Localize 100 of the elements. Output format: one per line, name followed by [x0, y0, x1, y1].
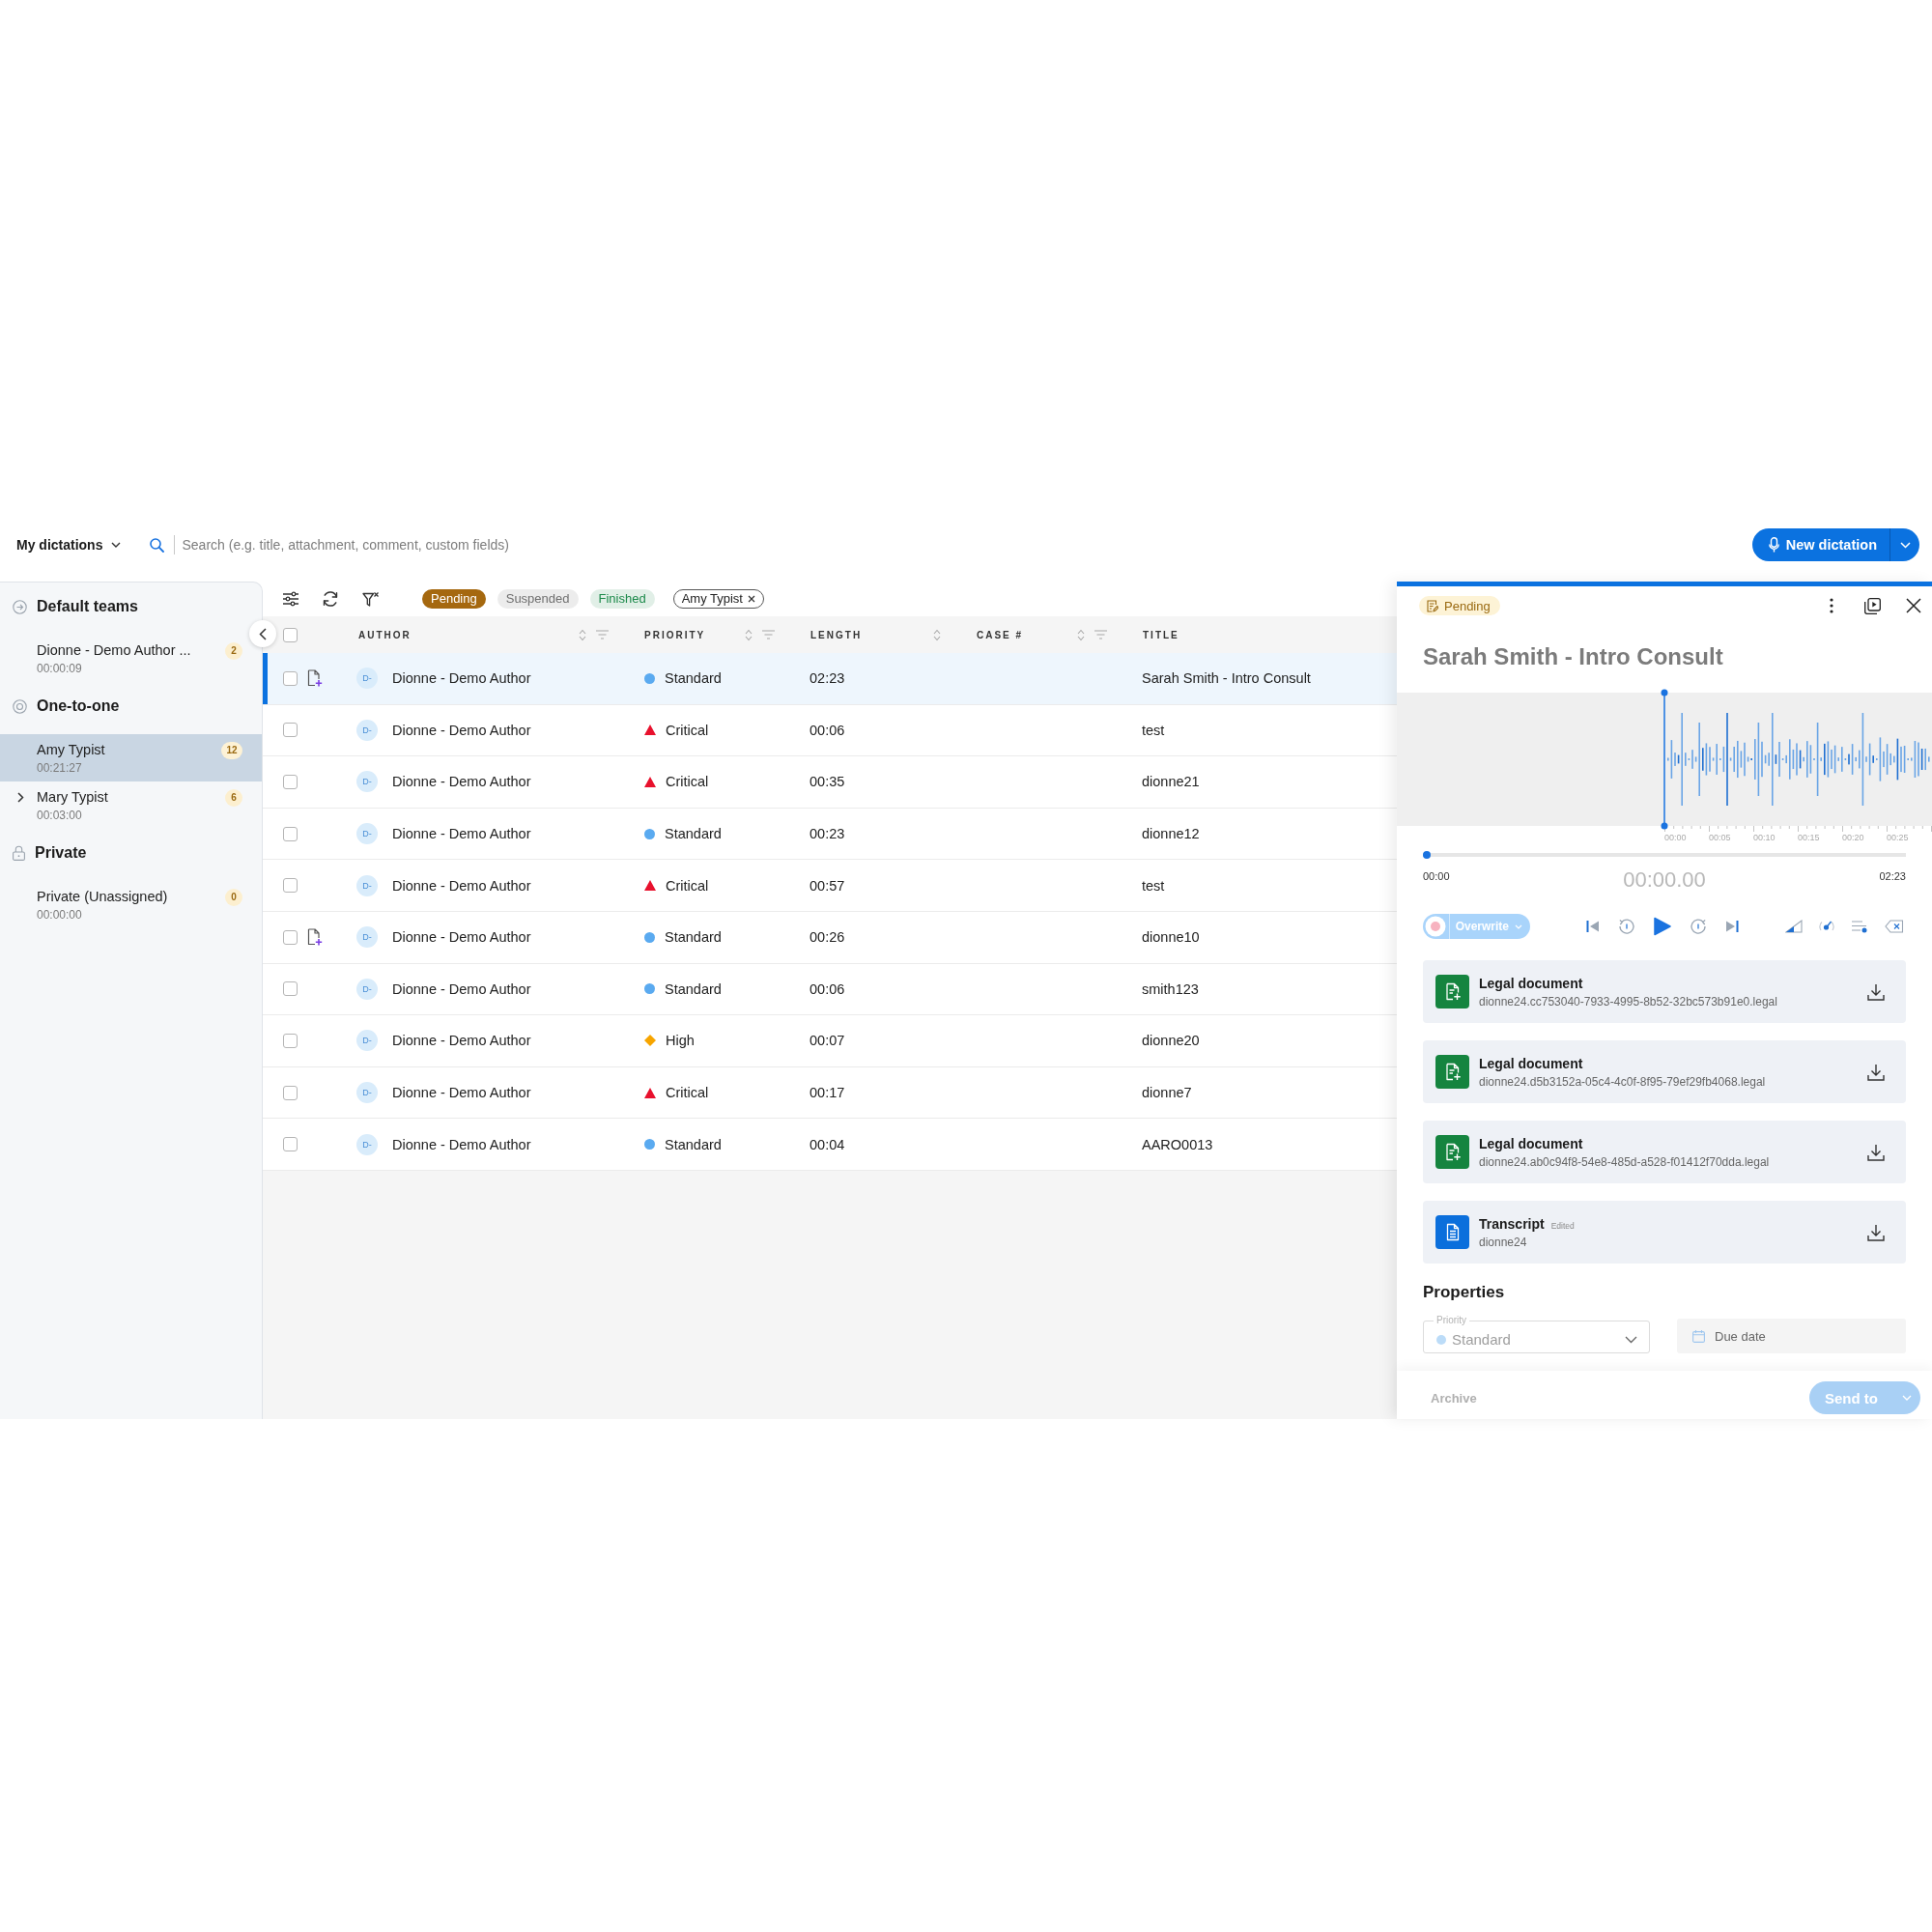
play-icon[interactable]: [1654, 917, 1671, 936]
author-name: Dionne - Demo Author: [392, 722, 531, 738]
assignee-filter-chip[interactable]: Amy Typist: [672, 589, 764, 609]
author-name: Dionne - Demo Author: [392, 877, 531, 894]
row-checkbox[interactable]: [283, 878, 298, 894]
timeline-label: 00:15: [1798, 832, 1821, 844]
search-icon[interactable]: [150, 537, 165, 553]
skip-end-icon[interactable]: [1725, 920, 1739, 933]
attachment-card[interactable]: Legal document dionne24.ab0c94f8-54e8-485d-a528-f01412f70dda.legal: [1423, 1121, 1906, 1183]
row-checkbox[interactable]: [283, 826, 298, 841]
sort-icon[interactable]: [933, 628, 941, 641]
priority-label: Critical: [666, 722, 709, 738]
funnel-x-icon[interactable]: [362, 590, 380, 608]
search-field[interactable]: Search (e.g. title, attachment, comment, custom fields): [182, 537, 762, 553]
row-checkbox[interactable]: [283, 1033, 298, 1048]
sidebar-item[interactable]: Mary Typist 00:03:00 6: [0, 781, 262, 829]
calendar-icon: [1692, 1329, 1705, 1343]
row-checkbox[interactable]: [283, 929, 298, 945]
priority-label: Standard: [665, 826, 722, 842]
progress-thumb[interactable]: [1423, 851, 1431, 859]
stacked-play-icon[interactable]: [1864, 597, 1881, 614]
header-checkbox[interactable]: [283, 627, 298, 642]
backspace-icon[interactable]: [1885, 920, 1904, 933]
table-row[interactable]: D- Dionne - Demo Author Critical 00:35 dionne21: [263, 756, 1397, 809]
table-row[interactable]: D- Dionne - Demo Author Critical 00:06 test: [263, 704, 1397, 757]
dot-icon: [644, 1139, 655, 1151]
table-row[interactable]: D- Dionne - Demo Author Standard 00:06 smith123: [263, 963, 1397, 1016]
due-date-field[interactable]: Due date: [1677, 1319, 1906, 1353]
download-icon[interactable]: [1867, 1063, 1885, 1081]
column-header: TITLE: [1143, 629, 1179, 640]
attachment-card[interactable]: Legal document dionne24.cc753040-7933-4995-8b52-32bc573b91e0.legal: [1423, 960, 1906, 1023]
author-name: Dionne - Demo Author: [392, 980, 531, 997]
queue-duration: 00:03:00: [37, 808, 83, 824]
priority-label: Critical: [666, 1085, 709, 1101]
title-value: dionne21: [1141, 774, 1200, 790]
sidebar-item[interactable]: Dionne - Demo Author ... 00:00:09 2: [0, 635, 262, 682]
table-row[interactable]: D- Dionne - Demo Author Standard 00:26 dionne10: [263, 911, 1397, 964]
close-icon[interactable]: [748, 595, 755, 603]
timeline-label: 00:05: [1709, 832, 1732, 844]
sort-icon[interactable]: [579, 628, 586, 641]
close-icon[interactable]: [1906, 598, 1921, 613]
download-icon[interactable]: [1867, 1223, 1885, 1241]
dropdown-button[interactable]: [1889, 528, 1919, 561]
lines-icon[interactable]: [1851, 920, 1868, 933]
title-value: test: [1141, 722, 1165, 738]
author-avatar: D-: [356, 771, 378, 793]
row-checkbox[interactable]: [283, 775, 298, 789]
chevron-right-icon[interactable]: [17, 791, 24, 803]
status-text: Pending: [1444, 598, 1491, 613]
queue-duration: 00:00:00: [37, 907, 83, 923]
attachment-title: Transcript: [1479, 1214, 1545, 1234]
author-name: Dionne - Demo Author: [392, 1085, 531, 1101]
chevron-down-icon: [1902, 1395, 1912, 1401]
refresh-icon[interactable]: [322, 590, 339, 608]
attachment-card[interactable]: Legal document dionne24.d5b3152a-05c4-4c0f-8f95-79ef29fb4068.legal: [1423, 1040, 1906, 1103]
sort-icon[interactable]: [1077, 628, 1085, 641]
view-selector[interactable]: My dictations: [16, 530, 122, 559]
attachment-title: Legal document: [1479, 1054, 1583, 1073]
skip-start-icon[interactable]: [1586, 920, 1600, 933]
table-row[interactable]: D- Dionne - Demo Author Standard 00:04 AARO0013: [263, 1119, 1397, 1171]
playhead-marker[interactable]: [1661, 689, 1668, 830]
sidebar-item[interactable]: Private (Unassigned) 00:00:00 0: [0, 881, 262, 928]
priority-label: Critical: [666, 877, 709, 894]
row-checkbox[interactable]: [283, 723, 298, 738]
download-icon[interactable]: [1867, 1143, 1885, 1161]
download-icon[interactable]: [1867, 982, 1885, 1001]
sort-icon[interactable]: [745, 628, 753, 641]
new-dictation-button[interactable]: New dictation: [1751, 528, 1889, 561]
chevron-down-icon: [111, 542, 122, 548]
chevron-down-icon: [1899, 541, 1911, 549]
volume-icon[interactable]: [1785, 920, 1803, 933]
table-row[interactable]: D- Dionne - Demo Author Standard 00:23 dionne12: [263, 808, 1397, 861]
status-filter-chip[interactable]: Pending: [422, 589, 486, 609]
count-badge: 0: [225, 889, 242, 906]
group-title: Private: [35, 843, 87, 863]
chevron-down-icon: [1515, 923, 1522, 929]
row-checkbox[interactable]: [283, 981, 298, 997]
chevron-down-icon: [1625, 1335, 1637, 1344]
status-filter-chip[interactable]: Suspended: [497, 589, 579, 609]
sidebar-item[interactable]: Amy Typist 00:21:27 12: [0, 734, 262, 781]
author-avatar: D-: [356, 874, 378, 896]
table-row[interactable]: D- Dionne - Demo Author Standard 02:23 Sarah Smith - Intro Consult: [263, 653, 1397, 705]
status-filter-chip[interactable]: Finished: [589, 589, 655, 609]
end-time: 02:23: [1879, 869, 1906, 884]
progress-track[interactable]: [1423, 850, 1906, 860]
column-header: CASE #: [977, 629, 1024, 640]
edited-label: Edited: [1550, 1220, 1575, 1231]
triangle-icon: [644, 777, 656, 787]
row-checkbox[interactable]: [283, 670, 298, 686]
counterclockwise-arrow-icon[interactable]: [1618, 918, 1635, 935]
triangle-icon: [644, 880, 656, 892]
row-checkbox[interactable]: [283, 1085, 298, 1100]
attachment-card[interactable]: Transcript Edited dionne24: [1423, 1201, 1906, 1264]
table-row[interactable]: D- Dionne - Demo Author High 00:07 dionne20: [263, 1015, 1397, 1067]
table-row[interactable]: D- Dionne - Demo Author Critical 00:57 test: [263, 860, 1397, 912]
table-row[interactable]: D- Dionne - Demo Author Critical 00:17 dionne7: [263, 1066, 1397, 1120]
row-checkbox[interactable]: [283, 1137, 298, 1152]
sliders-icon[interactable]: [282, 591, 299, 607]
clockwise-arrow-icon[interactable]: [1690, 918, 1707, 935]
more-vertical-icon[interactable]: [1830, 598, 1833, 613]
